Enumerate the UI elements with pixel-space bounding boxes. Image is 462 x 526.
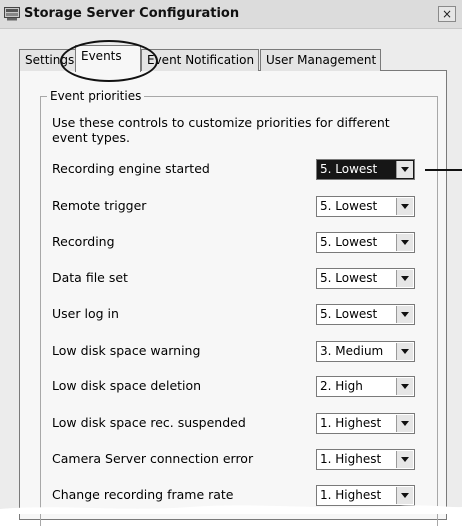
tab-events[interactable]: Events — [75, 45, 141, 72]
dropdown-arrow-icon[interactable] — [396, 270, 413, 287]
priority-label-low-disk-space-warning: Low disk space warning — [52, 343, 201, 358]
priority-select-camera-server-connection-error[interactable]: 1. Highest — [316, 449, 415, 470]
select-value: 5. Lowest — [320, 162, 378, 176]
dropdown-arrow-icon[interactable] — [396, 306, 413, 323]
priority-label-camera-server-connection-error: Camera Server connection error — [52, 451, 254, 466]
dropdown-arrow-icon[interactable] — [396, 451, 413, 468]
priority-select-low-disk-space-deletion[interactable]: 2. High — [316, 376, 415, 397]
priority-label-recording: Recording — [52, 234, 115, 249]
tab-event-notification[interactable]: Event Notification — [141, 49, 259, 71]
select-value: 5. Lowest — [320, 199, 378, 213]
server-app-icon — [4, 7, 20, 21]
dropdown-arrow-icon[interactable] — [396, 198, 413, 215]
title-bar[interactable]: Storage Server Configuration × — [0, 0, 462, 29]
group-description: Use these controls to customize prioriti… — [52, 115, 390, 145]
priority-select-recording[interactable]: 5. Lowest — [316, 232, 415, 253]
priority-select-data-file-set[interactable]: 5. Lowest — [316, 268, 415, 289]
priority-select-remote-trigger[interactable]: 5. Lowest — [316, 196, 415, 217]
priority-select-low-disk-space-rec-suspended[interactable]: 1. Highest — [316, 413, 415, 434]
select-value: 3. Medium — [320, 344, 384, 358]
priority-label-remote-trigger: Remote trigger — [52, 198, 147, 213]
close-button[interactable]: × — [438, 6, 456, 22]
dropdown-arrow-icon[interactable] — [396, 378, 413, 395]
select-value: 1. Highest — [320, 452, 382, 466]
priority-select-recording-engine-started[interactable]: 5. Lowest — [316, 159, 415, 180]
select-value: 2. High — [320, 379, 363, 393]
priority-label-user-log-in: User log in — [52, 306, 119, 321]
priority-label-data-file-set: Data file set — [52, 270, 128, 285]
window-title: Storage Server Configuration — [24, 6, 240, 21]
torn-edge-decoration — [0, 505, 462, 514]
dropdown-arrow-icon[interactable] — [396, 161, 413, 178]
tab-strip: Settings Events Event Notification User … — [19, 45, 449, 72]
select-value: 5. Lowest — [320, 235, 378, 249]
priority-select-low-disk-space-warning[interactable]: 3. Medium — [316, 341, 415, 362]
select-value: 1. Highest — [320, 416, 382, 430]
group-title: Event priorities — [47, 89, 145, 103]
tab-user-management[interactable]: User Management — [260, 49, 381, 71]
tab-settings[interactable]: Settings — [19, 49, 75, 71]
configuration-window: Storage Server Configuration × Settings … — [0, 0, 462, 526]
priority-label-low-disk-space-rec-suspended: Low disk space rec. suspended — [52, 415, 246, 430]
dropdown-arrow-icon[interactable] — [396, 343, 413, 360]
priority-label-low-disk-space-deletion: Low disk space deletion — [52, 378, 202, 393]
dropdown-arrow-icon[interactable] — [396, 234, 413, 251]
callout-pointer-line — [425, 169, 462, 171]
select-value: 5. Lowest — [320, 307, 378, 321]
priority-select-user-log-in[interactable]: 5. Lowest — [316, 304, 415, 325]
select-value: 5. Lowest — [320, 271, 378, 285]
priority-label-recording-engine-started: Recording engine started — [52, 161, 210, 176]
dropdown-arrow-icon[interactable] — [396, 415, 413, 432]
